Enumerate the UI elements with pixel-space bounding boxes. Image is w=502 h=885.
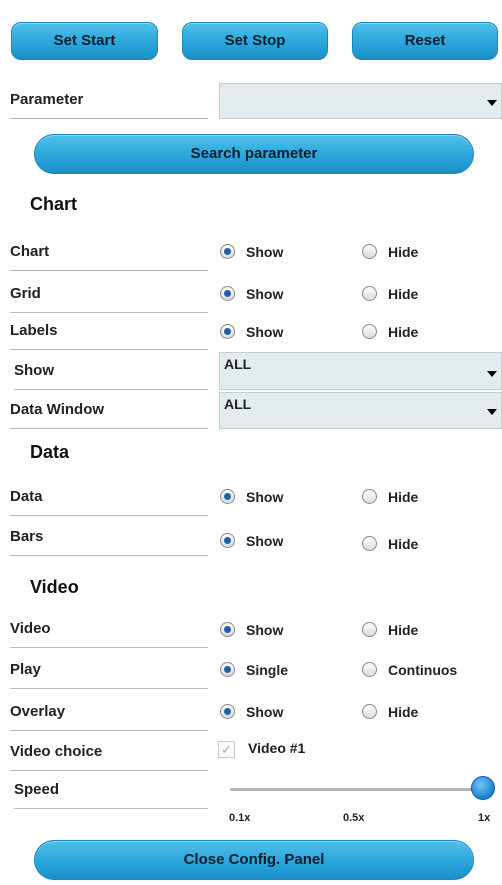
- speed-slider-track[interactable]: [230, 788, 483, 791]
- speed-tick-label: 0.1x: [229, 812, 251, 824]
- bars-label: Bars: [10, 518, 208, 556]
- play-continuos-option[interactable]: Continuos: [362, 659, 457, 681]
- radio-icon: [362, 661, 377, 677]
- chart-show-option[interactable]: Show: [220, 241, 283, 263]
- data-window-select[interactable]: ALL: [219, 392, 502, 429]
- radio-selected-icon: [220, 661, 235, 677]
- radio-selected-icon: [220, 285, 235, 301]
- labels-show-option[interactable]: Show: [220, 321, 283, 343]
- show-select[interactable]: ALL: [219, 352, 502, 390]
- speed-tick-label: 1x: [478, 812, 491, 824]
- close-config-panel-button[interactable]: Close Config. Panel: [34, 840, 474, 880]
- radio-selected-icon: [220, 621, 235, 637]
- radio-icon: [362, 535, 377, 551]
- set-start-button[interactable]: Set Start: [11, 22, 158, 60]
- radio-icon: [362, 703, 377, 719]
- labels-hide-option[interactable]: Hide: [362, 321, 418, 343]
- speed-slider-handle[interactable]: [471, 776, 495, 800]
- overlay-label: Overlay: [10, 693, 208, 731]
- data-show-option[interactable]: Show: [220, 486, 283, 508]
- bars-show-option[interactable]: Show: [220, 530, 283, 552]
- chevron-down-icon: [487, 100, 497, 106]
- search-parameter-button[interactable]: Search parameter: [34, 134, 474, 174]
- video-choice-label: Video choice: [10, 733, 208, 771]
- radio-icon: [362, 488, 377, 504]
- chevron-down-icon: [487, 371, 497, 377]
- set-stop-button[interactable]: Set Stop: [182, 22, 328, 60]
- reset-button[interactable]: Reset: [352, 22, 498, 60]
- show-label: Show: [14, 352, 208, 390]
- video-1-label: Video #1: [248, 740, 306, 756]
- chart-hide-option[interactable]: Hide: [362, 241, 418, 263]
- bars-hide-option[interactable]: Hide: [362, 533, 418, 555]
- overlay-show-option[interactable]: Show: [220, 701, 283, 723]
- video-hide-option[interactable]: Hide: [362, 619, 418, 641]
- video-show-option[interactable]: Show: [220, 619, 283, 641]
- chart-label: Chart: [10, 233, 208, 271]
- checkmark-icon: ✓: [221, 742, 232, 757]
- video-label: Video: [10, 610, 208, 648]
- radio-selected-icon: [220, 532, 235, 548]
- data-label: Data: [10, 478, 208, 516]
- section-title-data: Data: [30, 442, 70, 462]
- labels-label: Labels: [10, 312, 208, 350]
- data-hide-option[interactable]: Hide: [362, 486, 418, 508]
- radio-icon: [362, 621, 377, 637]
- section-title-video: Video: [30, 577, 79, 597]
- radio-selected-icon: [220, 323, 235, 339]
- radio-icon: [362, 285, 377, 301]
- grid-label: Grid: [10, 275, 208, 313]
- speed-label: Speed: [14, 771, 208, 809]
- play-single-option[interactable]: Single: [220, 659, 288, 681]
- video-1-checkbox[interactable]: ✓: [218, 741, 235, 758]
- play-label: Play: [10, 651, 208, 689]
- show-value: ALL: [224, 356, 252, 372]
- parameter-select[interactable]: [219, 83, 502, 119]
- section-title-chart: Chart: [30, 194, 78, 214]
- data-window-label: Data Window: [10, 391, 208, 429]
- data-window-value: ALL: [224, 396, 252, 412]
- radio-selected-icon: [220, 703, 235, 719]
- grid-show-option[interactable]: Show: [220, 283, 283, 305]
- radio-icon: [362, 243, 377, 259]
- overlay-hide-option[interactable]: Hide: [362, 701, 418, 723]
- grid-hide-option[interactable]: Hide: [362, 283, 418, 305]
- parameter-label: Parameter: [10, 81, 208, 119]
- speed-tick-label: 0.5x: [343, 812, 365, 824]
- radio-selected-icon: [220, 488, 235, 504]
- radio-selected-icon: [220, 243, 235, 259]
- chevron-down-icon: [487, 409, 497, 415]
- radio-icon: [362, 323, 377, 339]
